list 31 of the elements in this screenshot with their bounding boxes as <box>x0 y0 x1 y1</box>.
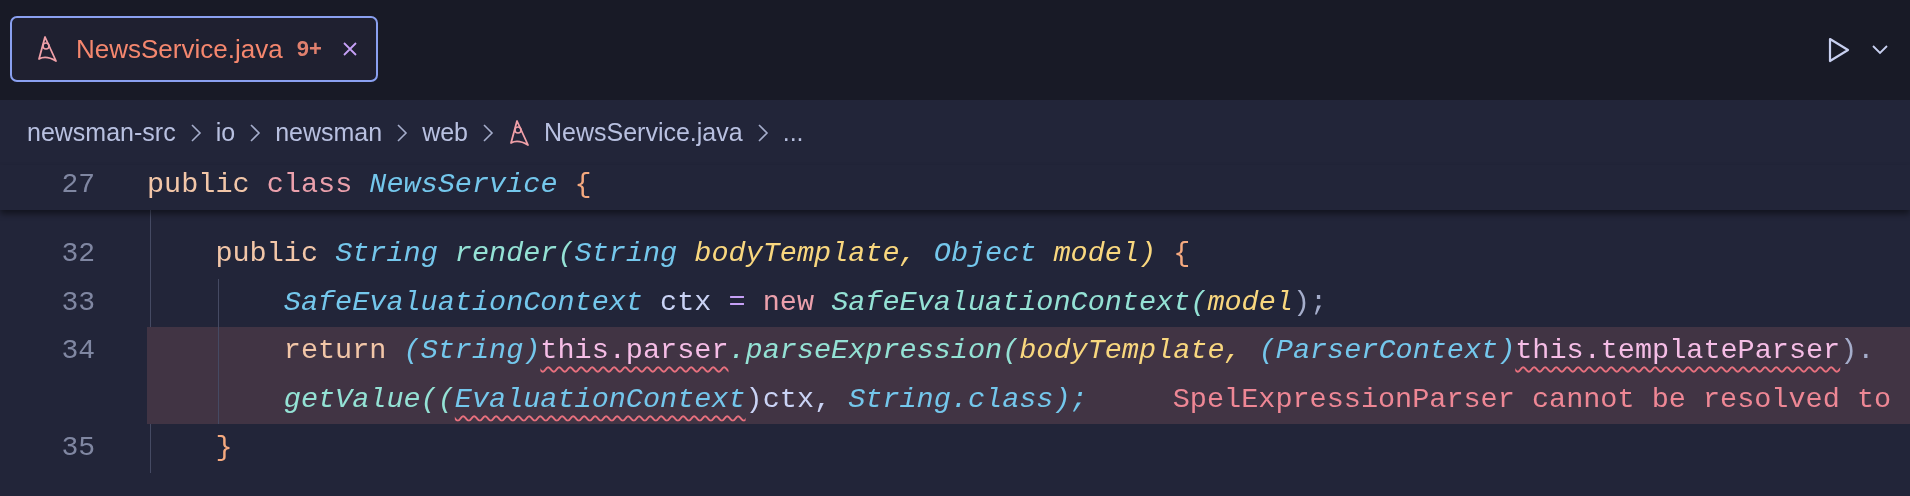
breadcrumb-item[interactable]: newsman <box>275 118 383 147</box>
breadcrumb-item[interactable]: newsman-src <box>27 118 176 147</box>
code-line: getValue((EvaluationContext)ctx, String.class); <box>283 382 1088 416</box>
chevron-right-icon <box>482 122 494 143</box>
code-line: } <box>215 431 233 464</box>
line-number: 35 <box>61 431 95 465</box>
code-line: public String render(String bodyTemplate, Object model) { <box>215 237 1191 270</box>
breadcrumb-item[interactable]: ... <box>782 118 804 147</box>
breadcrumb-item[interactable]: NewsService.java <box>544 118 743 147</box>
code-line: SafeEvaluationContext ctx = new SafeEvaluationContext(model); <box>283 285 1328 319</box>
line-number: 33 <box>61 285 95 320</box>
problem-count: 9+ <box>296 36 322 62</box>
editor-tab[interactable]: NewsService.java 9+ <box>10 16 378 82</box>
line-number: 27 <box>61 168 95 202</box>
run-icon[interactable] <box>1828 37 1850 63</box>
error-message: SpelExpressionParser cannot be resolved to <box>1172 382 1892 416</box>
chevron-right-icon <box>249 122 262 143</box>
cone-icon <box>508 118 530 147</box>
code-line: return (String)this.parser.parseExpression(bodyTemplate, (ParserContext)this.templateParser). <box>283 334 1875 367</box>
chevron-right-icon <box>756 122 769 143</box>
chevron-right-icon <box>396 122 409 143</box>
line-number: 32 <box>61 237 95 271</box>
code-line: public class NewsService { <box>147 168 592 201</box>
chevron-down-icon[interactable] <box>1872 45 1888 55</box>
line-number: 34 <box>61 334 95 368</box>
breadcrumb-item[interactable]: web <box>422 118 468 147</box>
chevron-right-icon <box>189 122 202 143</box>
cone-icon <box>36 35 58 63</box>
breadcrumb-item[interactable]: io <box>215 118 236 147</box>
close-icon[interactable] <box>341 41 358 57</box>
tab-label: NewsService.java <box>76 33 283 65</box>
